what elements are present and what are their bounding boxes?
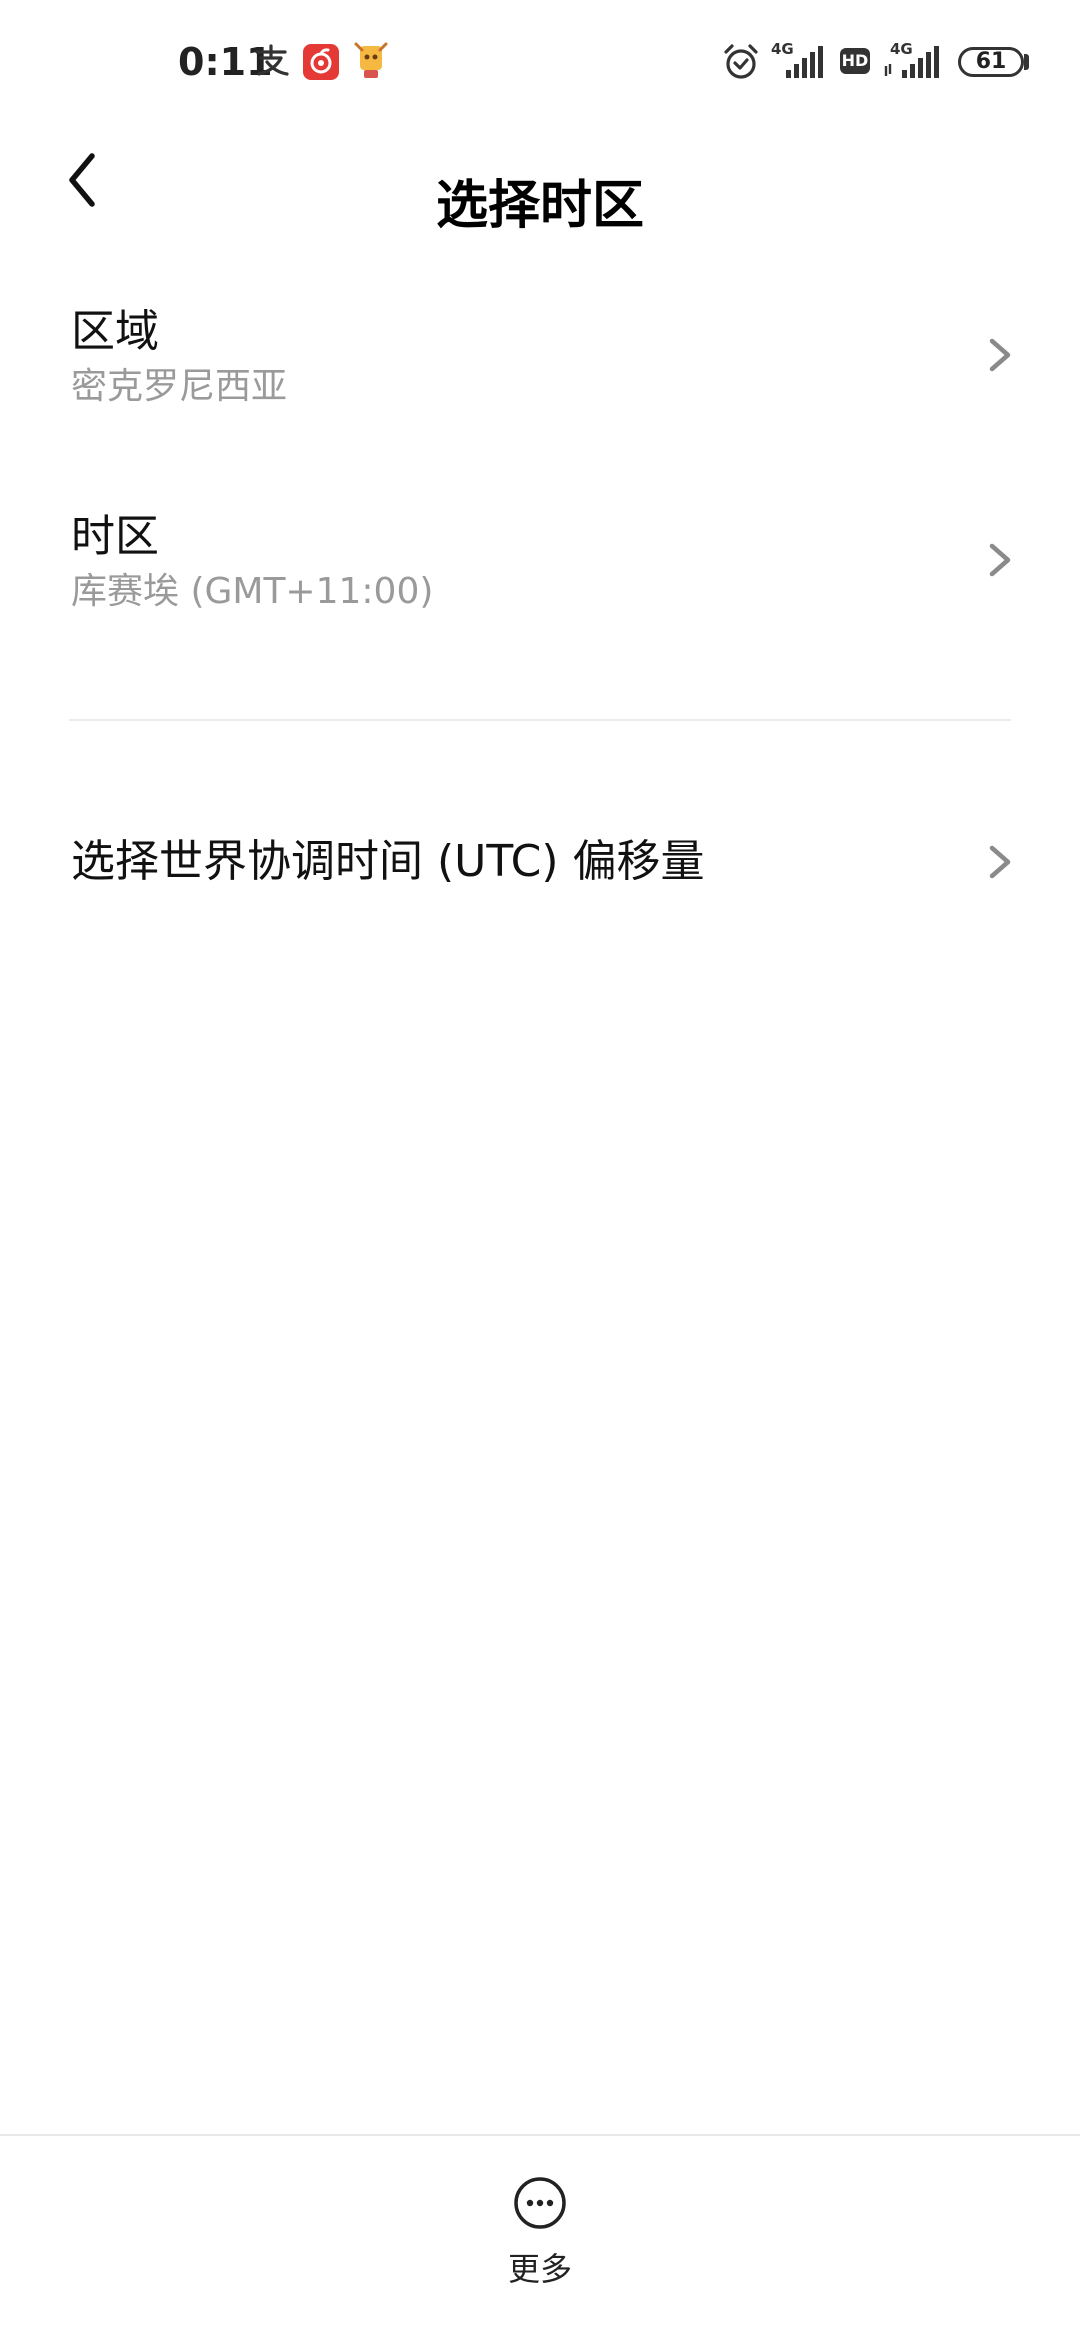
chevron-left-icon — [69, 153, 95, 207]
list-item-title: 选择世界协调时间 (UTC) 偏移量 — [71, 836, 705, 887]
signal-4g-icon — [786, 46, 823, 78]
alipay-icon — [255, 44, 289, 76]
netease-music-icon — [303, 44, 339, 80]
list-item-title: 时区 — [71, 511, 159, 562]
back-button[interactable] — [50, 134, 130, 254]
header: 选择时区 — [0, 124, 1080, 292]
list-item-timezone[interactable]: 时区 库赛埃 (GMT+11:00) — [0, 495, 1080, 645]
page-title: 选择时区 — [435, 176, 644, 236]
chevron-right-icon — [989, 845, 1011, 879]
more-label: 更多 — [507, 2250, 572, 2288]
bottom-bar: 更多 — [0, 2134, 1080, 2342]
game-app-icon — [354, 42, 388, 78]
hd-icon: HD — [840, 48, 870, 74]
list-item-region[interactable]: 区域 密克罗尼西亚 — [0, 290, 1080, 440]
list-item-subtitle: 密克罗尼西亚 — [71, 366, 288, 407]
signal-4g-icon-2 — [884, 46, 939, 78]
chevron-right-icon — [989, 338, 1011, 372]
list-item-utc-offset[interactable]: 选择世界协调时间 (UTC) 偏移量 — [0, 812, 1080, 912]
more-dots-icon — [514, 2177, 566, 2229]
battery-level: 61 — [975, 49, 1007, 74]
list-item-subtitle: 库赛埃 (GMT+11:00) — [71, 571, 434, 612]
divider — [69, 719, 1011, 721]
alarm-icon — [724, 44, 758, 79]
battery-indicator: 61 — [958, 47, 1024, 77]
status-bar: 0:11 4G HD 4G 61 — [0, 0, 1080, 124]
list-item-title: 区域 — [71, 306, 159, 357]
chevron-right-icon — [989, 543, 1011, 577]
more-button[interactable]: 更多 — [470, 2176, 610, 2306]
battery-tip — [1024, 54, 1029, 70]
